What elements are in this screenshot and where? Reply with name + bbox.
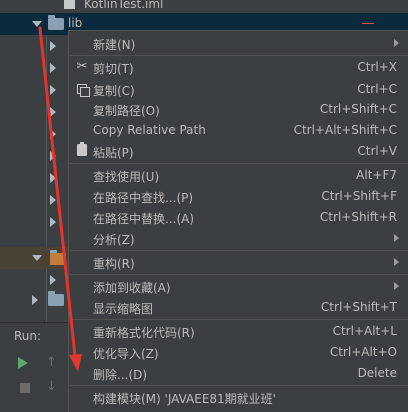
run-panel-label: Run: <box>14 329 42 343</box>
tree-item[interactable] <box>0 145 68 167</box>
folder-icon <box>50 250 66 265</box>
tree-item[interactable] <box>0 289 68 311</box>
menu-item-label: 查找使用(U) <box>93 170 160 184</box>
tree-item[interactable] <box>0 101 68 123</box>
menu-item-reformat-code[interactable]: 重新格式化代码(R) Ctrl+Alt+L <box>69 320 408 342</box>
menu-item-label: 重新格式化代码(R) <box>93 326 195 340</box>
down-arrow-icon[interactable]: ↓ <box>46 379 58 394</box>
menu-item-label: 在路径中查找...(P) <box>93 191 194 205</box>
menu-item-new[interactable]: 新建(N) <box>69 32 408 54</box>
collapse-arrow-icon <box>50 151 56 161</box>
file-icon <box>64 0 75 9</box>
menu-item-cut[interactable]: ✂ 剪切(T) Ctrl+X <box>69 56 408 78</box>
menu-item-shortcut: Ctrl+Shift+C <box>319 102 397 116</box>
menu-item-optimize-imports[interactable]: 优化导入(Z) Ctrl+Alt+O <box>69 341 408 363</box>
menu-item-replace-in-path[interactable]: 在路径中替换...(A) Ctrl+Shift+R <box>69 206 408 228</box>
menu-item-label: 重构(R) <box>93 257 135 271</box>
menu-item-label: 粘贴(P) <box>93 146 134 160</box>
tree-item[interactable] <box>0 79 68 101</box>
menu-item-label: 显示缩略图 <box>93 302 154 316</box>
menu-item-paste[interactable]: 粘贴(P) Ctrl+V <box>69 140 408 162</box>
tree-item-highlighted[interactable] <box>0 247 68 269</box>
menu-item-show-thumbnails[interactable]: 显示缩略图 Ctrl+Shift+T <box>69 296 408 318</box>
menu-item-shortcut: Ctrl+Shift+T <box>320 300 397 314</box>
context-menu: 新建(N) ✂ 剪切(T) Ctrl+X 复制(C) Ctrl+C 复制路径(O… <box>68 30 408 412</box>
play-icon[interactable] <box>18 357 28 369</box>
menu-item-shortcut: Alt+F7 <box>356 168 397 182</box>
tree-item[interactable] <box>0 269 68 291</box>
menu-item-label: 剪切(T) <box>93 62 134 76</box>
menu-item-label: 添加到收藏(A) <box>93 281 171 295</box>
collapse-arrow-icon <box>50 275 56 285</box>
collapse-arrow-icon <box>50 63 56 73</box>
menu-item-label: 优化导入(Z) <box>93 347 159 361</box>
menu-item-label: 复制路径(O) <box>93 104 160 118</box>
tree-item[interactable] <box>0 35 68 57</box>
collapse-arrow-icon <box>32 295 38 305</box>
tree-item[interactable] <box>0 189 68 211</box>
submenu-arrow-icon <box>394 39 399 47</box>
menu-item-shortcut: Ctrl+V <box>357 144 397 158</box>
menu-item-copy-relative-path[interactable]: Copy Relative Path Ctrl+Alt+Shift+C <box>69 119 408 141</box>
collapse-arrow-icon <box>50 217 56 227</box>
tree-item[interactable] <box>0 211 68 233</box>
menu-item-shortcut: Ctrl+C <box>357 82 397 96</box>
collapse-arrow-icon <box>50 173 56 183</box>
menu-item-label: 分析(Z) <box>93 233 135 247</box>
menu-item-copy-path[interactable]: 复制路径(O) Ctrl+Shift+C <box>69 98 408 120</box>
collapse-arrow-icon <box>50 85 56 95</box>
tree-item-label: lib <box>68 16 83 30</box>
menu-item-shortcut: Ctrl+Alt+Shift+C <box>293 123 397 137</box>
menu-item-label: Copy Relative Path <box>93 123 206 137</box>
menu-item-shortcut: Ctrl+Alt+L <box>332 324 397 338</box>
menu-item-label: 删除...(D) <box>93 368 148 382</box>
menu-item-find-usages[interactable]: 查找使用(U) Alt+F7 <box>69 164 408 186</box>
folder-icon <box>48 291 64 306</box>
submenu-arrow-icon <box>394 282 399 290</box>
menu-item-shortcut: Ctrl+Shift+F <box>321 189 397 203</box>
tree-item-label: KotlinTest.iml <box>84 0 164 11</box>
menu-item-copy[interactable]: 复制(C) Ctrl+C <box>69 78 408 100</box>
up-arrow-icon[interactable]: ↑ <box>46 355 58 370</box>
submenu-arrow-icon <box>394 234 399 242</box>
menu-item-shortcut: Ctrl+Alt+O <box>329 345 397 359</box>
menu-item-shortcut: Ctrl+Shift+R <box>319 210 397 224</box>
menu-item-analyze[interactable]: 分析(Z) <box>69 227 408 249</box>
menu-item-label: 复制(C) <box>93 84 135 98</box>
stop-icon[interactable] <box>20 383 30 393</box>
collapse-arrow-icon <box>50 41 56 51</box>
menu-item-shortcut: Ctrl+X <box>357 60 397 74</box>
run-panel: Run: ↑ ↓ <box>0 322 68 412</box>
tree-item[interactable] <box>0 167 68 189</box>
error-marker <box>362 23 374 24</box>
menu-item-label: 新建(N) <box>93 38 136 52</box>
expand-arrow-icon <box>32 255 42 261</box>
submenu-arrow-icon <box>394 258 399 266</box>
menu-item-shortcut: Delete <box>357 366 397 380</box>
expand-arrow-icon <box>32 21 42 27</box>
menu-item-label: 构建模块(M) 'JAVAEE81期就业班' <box>93 392 276 406</box>
paste-icon <box>77 142 87 156</box>
menu-item-delete[interactable]: 删除...(D) Delete <box>69 362 408 384</box>
scissors-icon: ✂ <box>76 59 88 74</box>
menu-item-add-to-favorites[interactable]: 添加到收藏(A) <box>69 275 408 297</box>
collapse-arrow-icon <box>50 195 56 205</box>
menu-item-label: 在路径中替换...(A) <box>93 212 195 226</box>
tree-item[interactable] <box>0 57 68 79</box>
collapse-arrow-icon <box>50 107 56 117</box>
folder-icon <box>48 15 64 30</box>
tree-item[interactable] <box>0 123 68 145</box>
menu-item-find-in-path[interactable]: 在路径中查找...(P) Ctrl+Shift+F <box>69 185 408 207</box>
copy-icon <box>77 84 90 97</box>
menu-item-refactor[interactable]: 重构(R) <box>69 251 408 273</box>
collapse-arrow-icon <box>50 129 56 139</box>
menu-item-build-module[interactable]: 构建模块(M) 'JAVAEE81期就业班' <box>69 386 408 408</box>
